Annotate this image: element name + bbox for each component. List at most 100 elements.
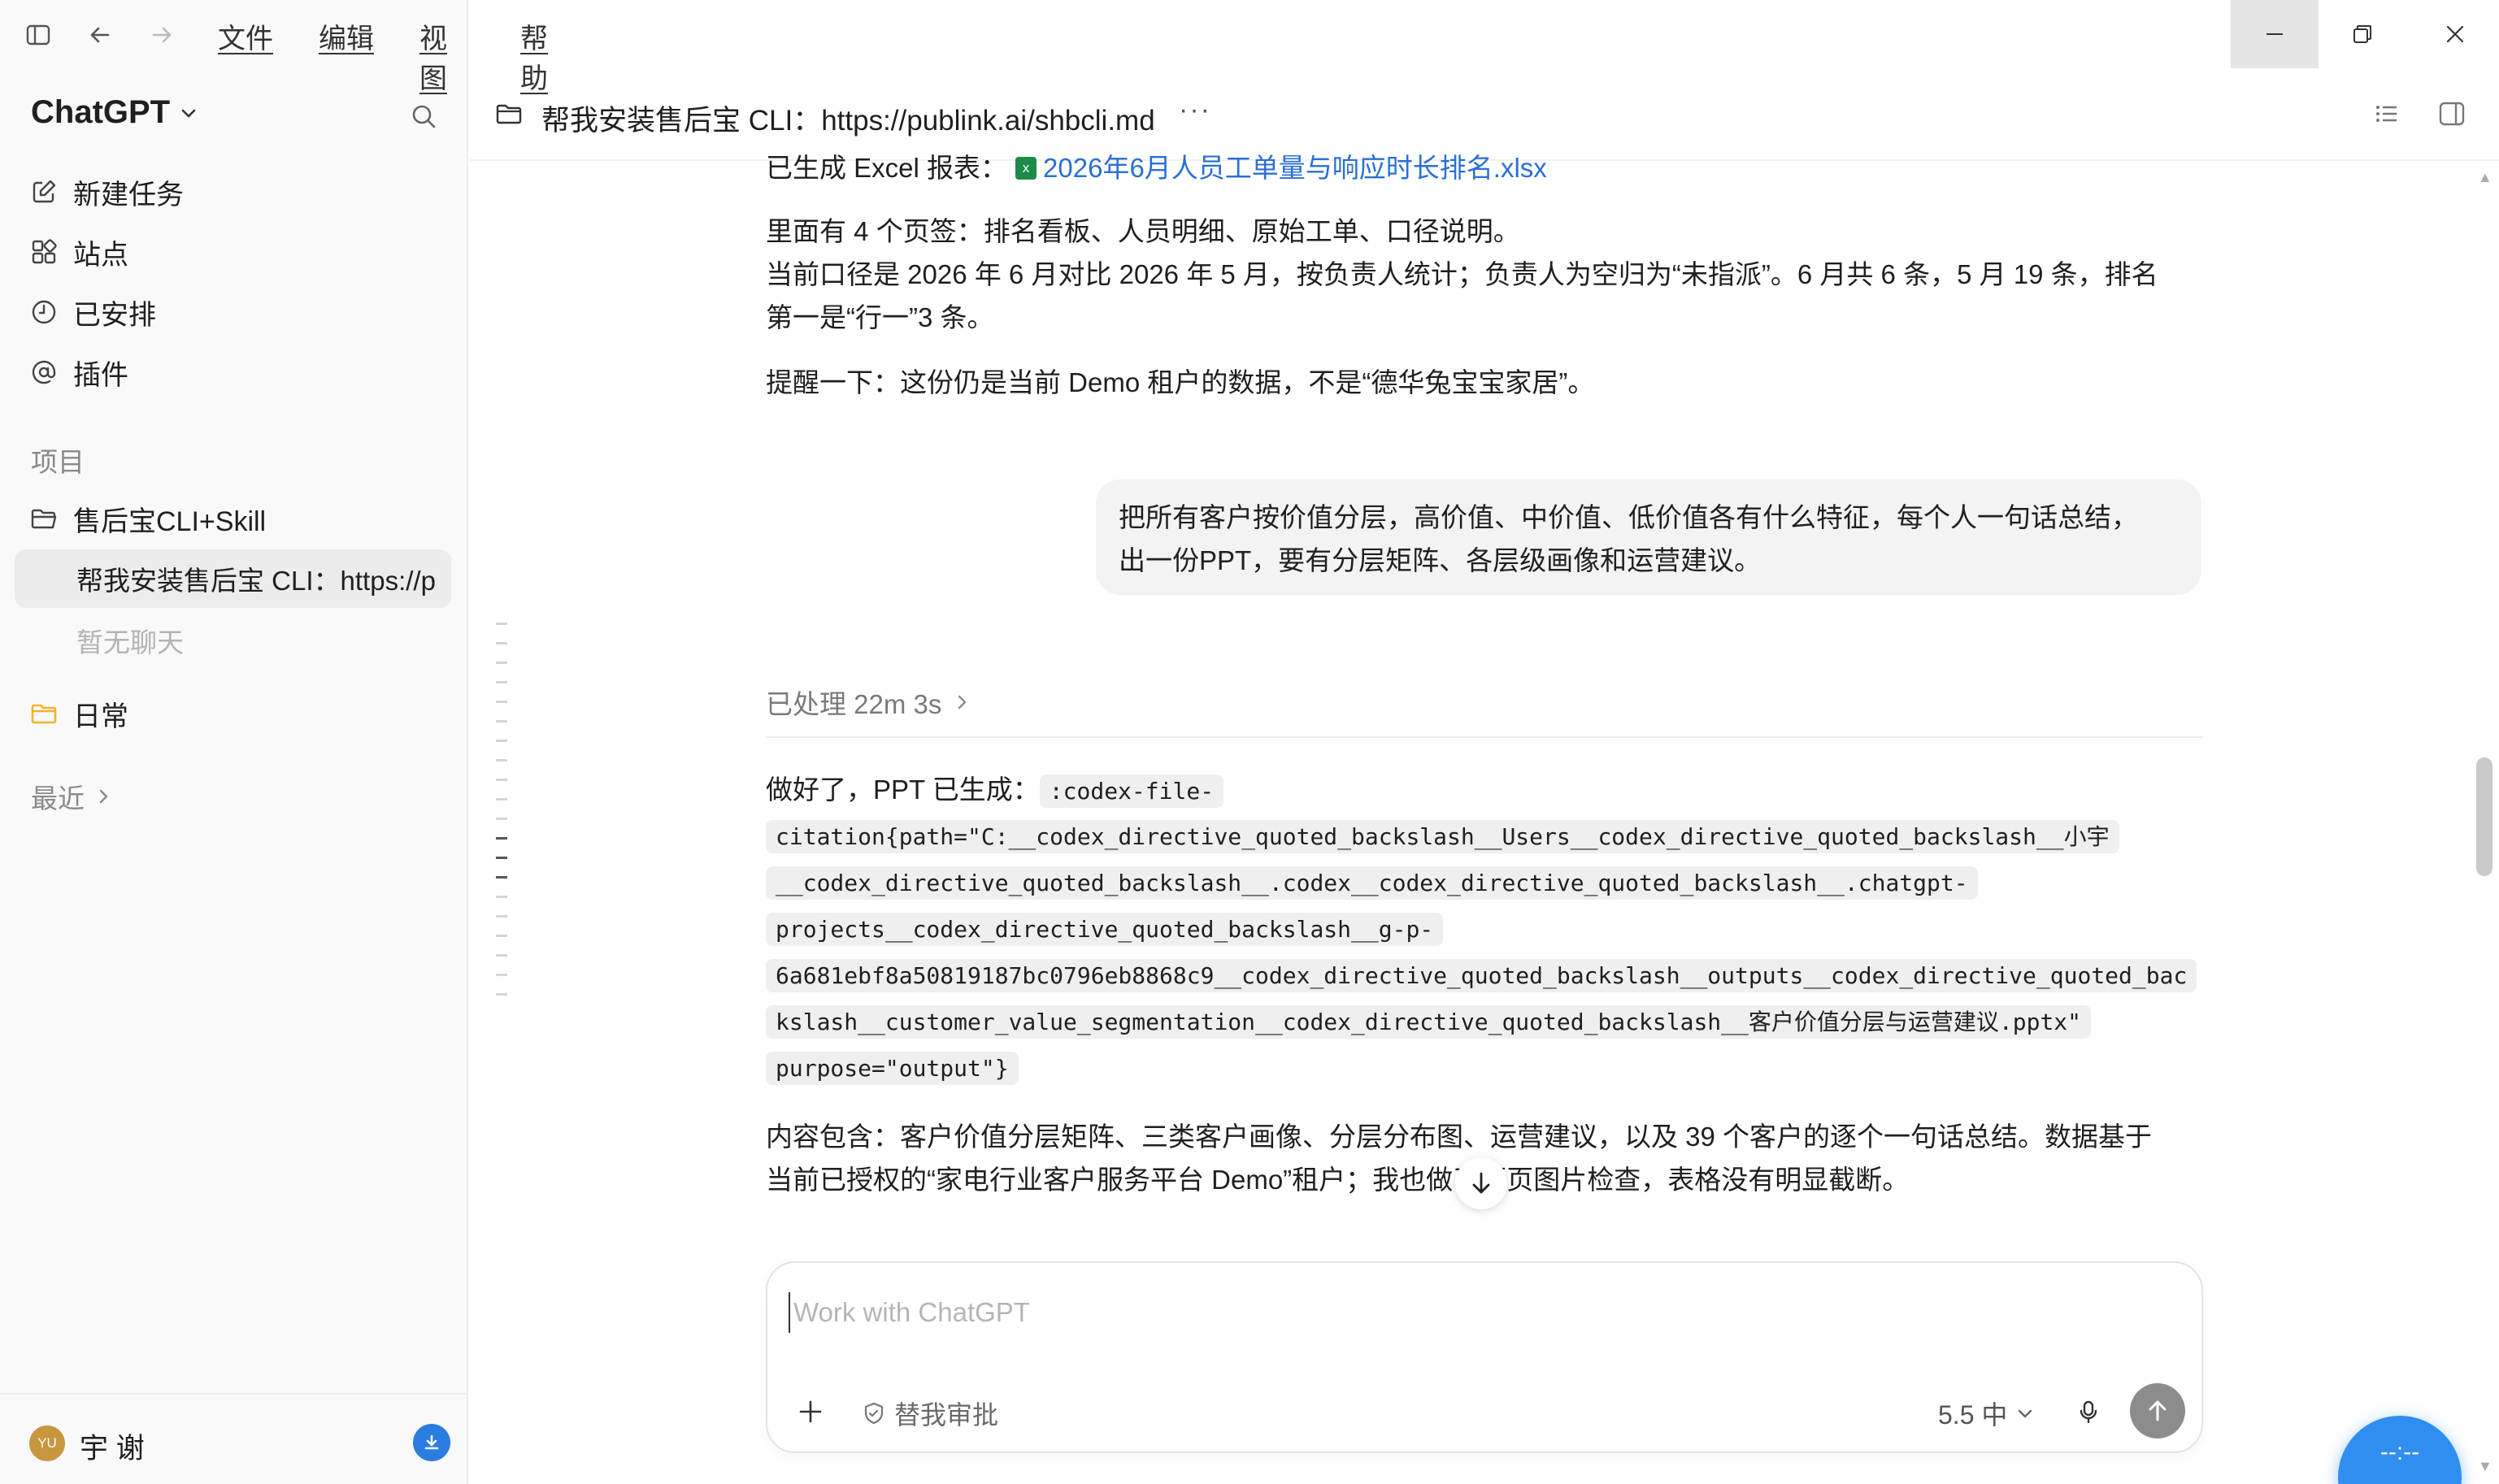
download-icon[interactable] bbox=[413, 1424, 450, 1461]
close-icon bbox=[2446, 25, 2464, 43]
restore-icon bbox=[2353, 25, 2371, 43]
message-input[interactable] bbox=[789, 1292, 2171, 1333]
assistant-summary-a: 内容包含：客户价值分层矩阵、三类客户画像、分层分布图、运营建议，以及 39 个客… bbox=[766, 1122, 2153, 1152]
projects-label: 项目 bbox=[31, 447, 85, 477]
sidebar: 文件 编辑 视图 帮助 ChatGPT 新建任务 站点 已安排 插件 项目 售后… bbox=[0, 0, 548, 1484]
microphone-button[interactable] bbox=[2068, 1391, 2109, 1432]
assistant-line-scope-a: 当前口径是 2026 年 6 月对比 2026 年 5 月，按负责人统计；负责人… bbox=[766, 259, 2158, 289]
nav-scheduled[interactable]: 已安排 bbox=[29, 288, 156, 336]
arrow-down-icon bbox=[1472, 1172, 1490, 1194]
processed-toggle[interactable]: 已处理 22m 3s bbox=[766, 683, 971, 722]
forward-icon[interactable] bbox=[141, 15, 182, 55]
model-selector[interactable]: 5.5 中 bbox=[1938, 1395, 2035, 1432]
back-icon[interactable] bbox=[80, 15, 120, 55]
nav-new-task[interactable]: 新建任务 bbox=[29, 167, 184, 216]
chevron-right-icon bbox=[99, 789, 108, 804]
restore-button[interactable] bbox=[2319, 0, 2406, 68]
assistant-line-reminder: 提醒一下：这份仍是当前 Demo 租户的数据，不是“德华兔宝宝家居”。 bbox=[766, 367, 1595, 397]
citation-line: kslash__customer_value_segmentation__cod… bbox=[766, 1005, 2092, 1040]
user-name[interactable]: 宇 谢 bbox=[80, 1425, 145, 1467]
clock-icon bbox=[32, 300, 56, 324]
list-icon[interactable] bbox=[2372, 99, 2401, 128]
nav-sites[interactable]: 站点 bbox=[29, 228, 128, 276]
conversation-minimap[interactable] bbox=[496, 623, 512, 1013]
scroll-up-icon[interactable]: ▲ bbox=[2478, 169, 2492, 186]
conversation-item-active[interactable]: 帮我安装售后宝 CLI：https://p bbox=[15, 549, 451, 608]
folder-icon bbox=[496, 104, 522, 124]
menu-file[interactable]: 文件 bbox=[218, 16, 273, 56]
page-title: 帮我安装售后宝 CLI：https://publink.ai/shbcli.md bbox=[541, 105, 1155, 137]
citation-line: purpose="output"} bbox=[766, 1051, 1019, 1087]
scrollbar[interactable]: ▲ ▼ bbox=[2475, 159, 2496, 1484]
minimize-icon bbox=[2266, 33, 2283, 35]
citation-line: projects__codex_directive_quoted_backsla… bbox=[766, 912, 1444, 948]
minimize-button[interactable] bbox=[2231, 0, 2319, 68]
plus-icon bbox=[799, 1400, 822, 1423]
nav-label: 站点 bbox=[73, 239, 128, 271]
assistant-line-scope-b: 第一是“行一”3 条。 bbox=[766, 302, 994, 332]
auto-approve-toggle[interactable]: 替我审批 bbox=[862, 1395, 998, 1432]
edit-icon bbox=[33, 180, 56, 203]
model-label: 5.5 中 bbox=[1938, 1400, 2008, 1430]
assistant-message-excel: 已生成 Excel 报表： x 2026年6月人员工单量与响应时长排名.xlsx bbox=[766, 146, 2188, 189]
chevron-down-icon bbox=[181, 109, 196, 117]
citation-line: citation{path="C:__codex_directive_quote… bbox=[766, 819, 2119, 855]
folder-open-icon bbox=[31, 509, 57, 529]
send-button[interactable] bbox=[2130, 1383, 2185, 1438]
add-attachment-button[interactable] bbox=[790, 1391, 831, 1432]
citation-line: __codex_directive_quoted_backslash__.cod… bbox=[766, 866, 1978, 901]
at-icon bbox=[32, 360, 56, 384]
nav-label: 新建任务 bbox=[73, 179, 184, 210]
auto-approve-label: 替我审批 bbox=[894, 1400, 999, 1430]
empty-chat-label: 暂无聊天 bbox=[76, 627, 184, 657]
processed-label: 已处理 22m 3s bbox=[766, 689, 942, 719]
divider bbox=[766, 736, 2203, 738]
project-item-shbcli[interactable]: 售后宝CLI+Skill bbox=[29, 494, 266, 543]
avatar[interactable]: YU bbox=[29, 1425, 65, 1461]
side-panel-icon[interactable] bbox=[2437, 99, 2466, 128]
excel-file-link[interactable]: 2026年6月人员工单量与响应时长排名.xlsx bbox=[1043, 153, 1547, 183]
user-message-line: 把所有客户按价值分层，高价值、中价值、低价值各有什么特征，每个人一句话总结， bbox=[1119, 502, 2138, 532]
chevron-down-icon bbox=[2019, 1409, 2032, 1418]
citation-code: __codex_directive_quoted_backslash__.cod… bbox=[766, 866, 1978, 900]
excel-prefix: 已生成 Excel 报表： bbox=[766, 153, 1008, 183]
nav-label: 插件 bbox=[73, 359, 128, 391]
assistant-result-line: 做好了，PPT 已生成：:codex-file- bbox=[766, 772, 1224, 809]
citation-code: projects__codex_directive_quoted_backsla… bbox=[766, 913, 1444, 946]
menu-bar: 文件 编辑 视图 帮助 bbox=[0, 0, 548, 94]
result-prefix: 做好了，PPT 已生成： bbox=[766, 775, 1040, 805]
citation-code: 6a681ebf8a50819187bc0796eb8868c9__codex_… bbox=[766, 959, 2197, 992]
arrow-up-icon bbox=[2149, 1400, 2167, 1421]
floating-assistant-button[interactable]: --:-- bbox=[2338, 1416, 2462, 1484]
toggle-sidebar-icon[interactable] bbox=[18, 15, 59, 55]
assistant-line-tabs: 里面有 4 个页签：排名看板、人员明细、原始工单、口径说明。 bbox=[766, 216, 1520, 246]
summary-text-right: 了逐页图片检查，表格没有明显截断。 bbox=[1453, 1165, 1910, 1195]
menu-view[interactable]: 视图 bbox=[419, 16, 467, 96]
scrollbar-thumb[interactable] bbox=[2476, 757, 2492, 876]
app-window: 文件 编辑 视图 帮助 ChatGPT 新建任务 站点 已安排 插件 项目 售后… bbox=[0, 0, 2499, 1484]
composer: 替我审批 5.5 中 bbox=[766, 1261, 2203, 1453]
more-options-icon[interactable]: ··· bbox=[1179, 94, 1211, 126]
summary-text-left: 当前已授权的“家电行业客户服务平台 Demo”租户；我也做 bbox=[766, 1165, 1454, 1195]
app-title: ChatGPT bbox=[31, 94, 171, 130]
close-button[interactable] bbox=[2411, 0, 2499, 68]
citation-code: citation{path="C:__codex_directive_quote… bbox=[766, 820, 2119, 853]
menu-edit[interactable]: 编辑 bbox=[319, 16, 374, 56]
nav-plugins[interactable]: 插件 bbox=[29, 348, 128, 397]
nav-label: 已安排 bbox=[73, 299, 156, 331]
app-switcher[interactable]: ChatGPT bbox=[31, 94, 199, 131]
microphone-icon bbox=[2080, 1400, 2097, 1424]
user-message: 把所有客户按价值分层，高价值、中价值、低价值各有什么特征，每个人一句话总结， 出… bbox=[1096, 479, 2201, 595]
project-item-daily[interactable]: 日常 bbox=[29, 689, 128, 738]
citation-code: kslash__customer_value_segmentation__cod… bbox=[766, 1005, 2092, 1039]
project-label: 售后宝CLI+Skill bbox=[73, 506, 267, 537]
scroll-to-bottom-button[interactable] bbox=[1455, 1157, 1507, 1209]
citation-line: 6a681ebf8a50819187bc0796eb8868c9__codex_… bbox=[766, 958, 2197, 994]
recent-label: 最近 bbox=[31, 783, 85, 814]
account-footer: YU 宇 谢 bbox=[0, 1393, 467, 1484]
search-icon[interactable] bbox=[403, 96, 444, 137]
shield-icon bbox=[864, 1402, 884, 1425]
recent-section[interactable]: 最近 bbox=[31, 777, 112, 816]
scroll-down-icon[interactable]: ▼ bbox=[2478, 1458, 2492, 1475]
grid-icon bbox=[32, 239, 57, 264]
